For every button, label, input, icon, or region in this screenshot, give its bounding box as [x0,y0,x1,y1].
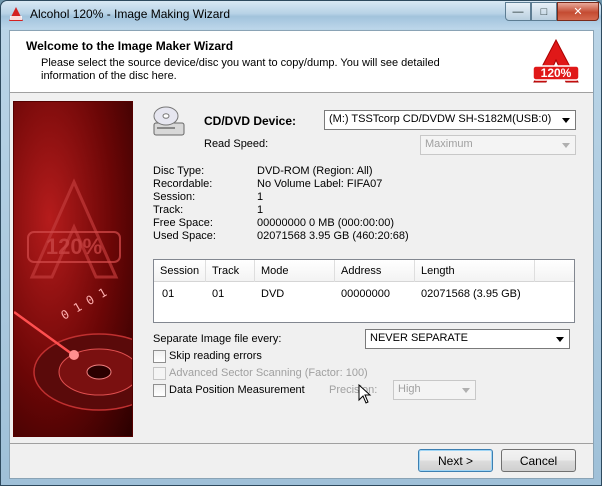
chevron-down-icon [562,118,570,123]
wizard-window: Alcohol 120% - Image Making Wizard — □ ✕… [0,0,602,486]
skip-errors-label[interactable]: Skip reading errors [169,350,262,362]
cell-mode: DVD [261,288,285,300]
advanced-scanning-checkbox[interactable] [153,367,166,380]
data-position-checkbox[interactable] [153,384,166,397]
minimize-button[interactable]: — [505,2,531,21]
device-select-value: (M:) TSSTcorp CD/DVDW SH-S182M(USB:0) [329,113,552,125]
disc-info-key: Free Space: [153,217,213,229]
cell-address: 00000000 [341,288,390,300]
table-header: Session Track Mode Address Length [154,260,574,282]
disc-info-value: 02071568 3.95 GB (460:20:68) [257,230,409,242]
chevron-down-icon [562,143,570,148]
footer-divider [10,443,593,444]
read-speed-label: Read Speed: [204,138,269,150]
minimize-icon: — [512,5,524,18]
disc-info-key: Disc Type: [153,165,205,177]
cancel-button[interactable]: Cancel [501,449,576,472]
page-description: Please select the source device/disc you… [41,57,440,82]
column-header-track[interactable]: Track [206,260,255,282]
title-bar[interactable]: Alcohol 120% - Image Making Wizard — □ ✕ [1,1,601,29]
disc-info-value: 00000000 0 MB (000:00:00) [257,217,394,229]
disc-info-value: DVD-ROM (Region: All) [257,165,373,177]
cell-track: 01 [212,288,225,300]
separate-image-value: NEVER SEPARATE [370,332,469,344]
wizard-client-area: Welcome to the Image Maker Wizard Please… [9,30,594,479]
column-header-session[interactable]: Session [154,260,206,282]
banner-text: 120% [46,234,102,259]
maximize-icon: □ [540,5,548,18]
disc-info-key: Track: [153,204,184,216]
mouse-cursor-icon [358,384,372,404]
disc-info-value: 1 [257,191,264,203]
cd-drive-icon [153,106,185,136]
chevron-down-icon [556,337,564,342]
precision-select[interactable]: High [393,380,476,400]
window-title: Alcohol 120% - Image Making Wizard [30,7,231,21]
disc-info-key: Used Space: [153,230,216,242]
separate-image-select[interactable]: NEVER SEPARATE [365,329,570,349]
banner-artwork-icon: 120% 0 1 0 1 [14,178,132,411]
data-position-label[interactable]: Data Position Measurement [169,384,305,396]
page-title: Welcome to the Image Maker Wizard [26,39,234,53]
skip-errors-checkbox[interactable] [153,350,166,363]
next-button[interactable]: Next > [418,449,493,472]
banner-bits: 0 1 0 1 [59,285,110,322]
chevron-down-icon [462,388,470,393]
wizard-header: Welcome to the Image Maker Wizard Please… [10,31,593,93]
cell-length: 02071568 (3.95 GB) [421,288,521,300]
disc-info-value: 1 [257,204,264,216]
device-select[interactable]: (M:) TSSTcorp CD/DVDW SH-S182M(USB:0) [324,110,576,130]
cell-session: 01 [162,288,175,300]
advanced-scanning-label[interactable]: Advanced Sector Scanning (Factor: 100) [169,367,368,379]
maximize-button[interactable]: □ [531,2,557,21]
device-label: CD/DVD Device: [204,114,297,128]
read-speed-value: Maximum [425,138,473,150]
separate-image-label: Separate Image file every: [153,333,282,345]
column-header-address[interactable]: Address [335,260,415,282]
track-list-table[interactable]: Session Track Mode Address Length 01 01 … [153,259,575,323]
logo-text: 120% [541,66,572,80]
disc-info-value: No Volume Label: FIFA07 [257,178,383,190]
disc-info-key: Session: [153,191,196,203]
side-banner-image: 120% 0 1 0 1 [13,101,133,437]
alcohol-app-icon [9,7,23,21]
read-speed-select[interactable]: Maximum [420,135,576,155]
disc-info-key: Recordable: [153,178,213,190]
column-header-length[interactable]: Length [415,260,535,282]
precision-value: High [398,383,421,395]
close-icon: ✕ [573,6,583,18]
alcohol-logo-icon: 120% [532,38,580,83]
close-button[interactable]: ✕ [557,2,599,21]
column-header-mode[interactable]: Mode [255,260,335,282]
